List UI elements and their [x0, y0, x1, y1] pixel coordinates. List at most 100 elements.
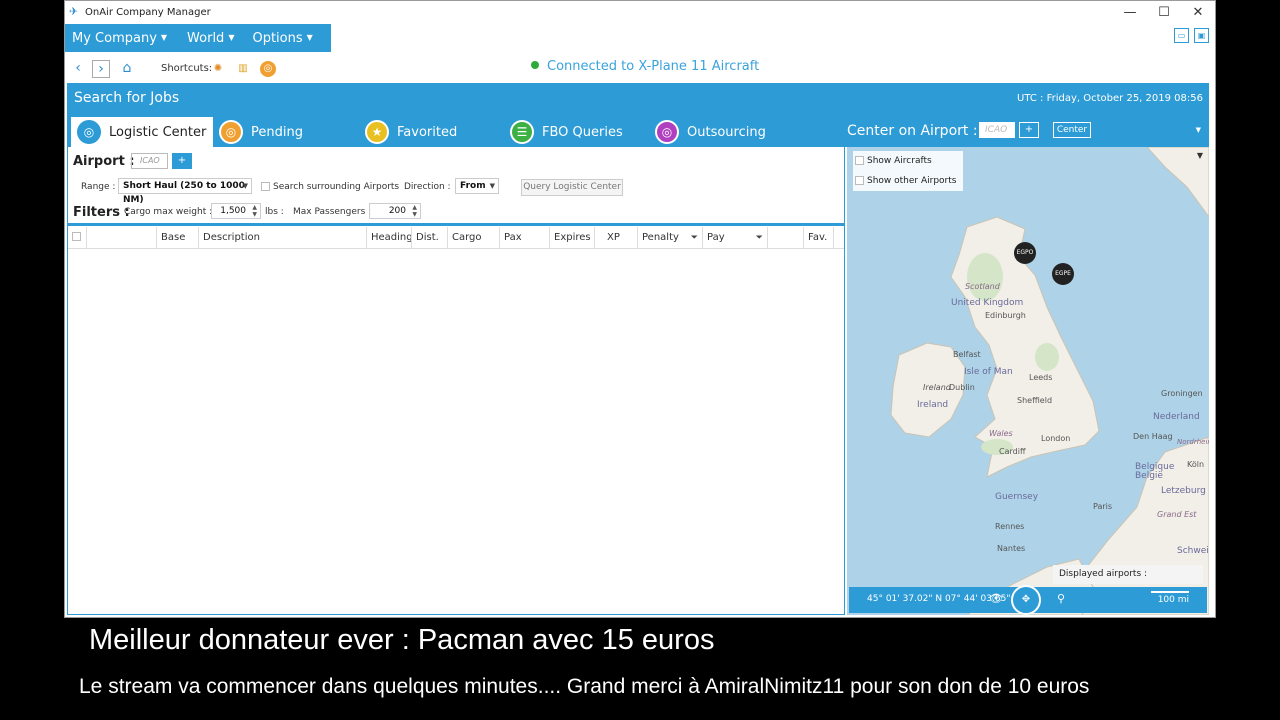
- airport-marker-egpe[interactable]: EGPE: [1052, 263, 1074, 285]
- forward-arrow-icon[interactable]: ›: [92, 60, 110, 78]
- shortcut-fbo-icon[interactable]: ✺: [210, 61, 226, 77]
- column-header-expires[interactable]: Expires: [549, 227, 594, 249]
- map-label: Edinburgh: [985, 311, 1026, 320]
- pending-icon: ◎: [219, 120, 243, 144]
- direction-label: Direction :: [404, 182, 451, 192]
- direction-value: From: [460, 181, 486, 191]
- column-header-heading[interactable]: Heading: [366, 227, 413, 249]
- eye-icon[interactable]: 👁: [989, 592, 1003, 605]
- surrounding-airports-label: Search surrounding Airports: [273, 182, 400, 192]
- tab-outsourcing[interactable]: ◎ Outsourcing: [655, 117, 766, 147]
- cargo-unit-label: lbs :: [265, 207, 284, 217]
- max-passengers-stepper[interactable]: 200 ▲ ▼: [369, 203, 421, 219]
- center-airport-input[interactable]: ICAO: [979, 122, 1015, 138]
- filter-icon[interactable]: ⏷: [691, 227, 698, 249]
- overlay-top-donor: Meilleur donnateur ever : Pacman avec 15…: [89, 624, 715, 656]
- map-scale: 100 mi: [1157, 595, 1189, 605]
- home-icon[interactable]: ⌂: [118, 60, 136, 78]
- show-aircrafts-checkbox[interactable]: [855, 156, 864, 165]
- logistic-center-panel: Airport : ICAO + Range : Short Haul (250…: [67, 147, 845, 615]
- plane-icon: ✈: [69, 5, 79, 18]
- filters-label: Filters :: [73, 205, 130, 220]
- stepper-arrows-icon[interactable]: ▲ ▼: [412, 204, 417, 218]
- star-icon: ★: [365, 120, 389, 144]
- tab-logistic-center[interactable]: ◎ Logistic Center: [71, 117, 213, 147]
- header-band: Search for Jobs UTC : Friday, October 25…: [67, 83, 1209, 117]
- stepper-arrows-icon[interactable]: ▲ ▼: [252, 204, 257, 218]
- show-other-airports-checkbox[interactable]: [855, 176, 864, 185]
- map-label: België: [1135, 471, 1163, 481]
- window-title: OnAir Company Manager: [85, 6, 211, 18]
- select-all-checkbox[interactable]: [72, 232, 81, 241]
- map-label: Groningen: [1161, 389, 1203, 398]
- map-label: Schwei: [1177, 546, 1209, 556]
- column-header-xp[interactable]: XP: [594, 227, 637, 249]
- column-header-base[interactable]: Base: [156, 227, 198, 249]
- window-layout-icon[interactable]: ▣: [1194, 28, 1209, 43]
- restore-layout-icon[interactable]: ▭: [1174, 28, 1189, 43]
- minimize-button[interactable]: —: [1113, 1, 1147, 23]
- shortcut-fleet-icon[interactable]: ▥: [235, 61, 251, 77]
- title-bar: ✈ OnAir Company Manager — ☐ ✕: [65, 1, 1215, 23]
- menu-options[interactable]: Options ▼: [245, 24, 319, 52]
- cargo-max-weight-stepper[interactable]: 1,500 ▲ ▼: [211, 203, 261, 219]
- menu-world[interactable]: World ▼: [180, 24, 241, 52]
- compass-pan-icon[interactable]: ✥: [1011, 585, 1041, 615]
- caret-down-icon: ▼: [306, 33, 313, 42]
- fbo-icon: ☰: [510, 120, 534, 144]
- map-status-bar: 45° 01' 37.02" N 07° 44' 03.65" W 👁 ✥ ⚲ …: [849, 585, 1207, 615]
- menu-my-company[interactable]: My Company ▼: [65, 24, 174, 52]
- direction-select[interactable]: From ▼: [455, 178, 499, 194]
- chevron-down-icon: ▼: [242, 182, 248, 190]
- show-aircrafts-toggle[interactable]: Show Aircrafts: [853, 151, 963, 171]
- map-label: London: [1041, 434, 1070, 443]
- tab-pending[interactable]: ◎ Pending: [219, 117, 303, 147]
- show-other-airports-toggle[interactable]: Show other Airports: [853, 171, 963, 191]
- close-button[interactable]: ✕: [1181, 1, 1215, 23]
- collapse-caret-icon[interactable]: ▼: [1196, 126, 1201, 134]
- map-layer-caret-icon[interactable]: ▼: [1197, 151, 1203, 160]
- tab-fbo-queries[interactable]: ☰ FBO Queries: [510, 117, 623, 147]
- column-header-cargo[interactable]: Cargo: [447, 227, 499, 249]
- column-header-fav[interactable]: Fav.: [803, 227, 833, 249]
- map-label: Scotland: [965, 282, 1001, 291]
- map-label: Nantes: [997, 544, 1025, 553]
- tab-favorited[interactable]: ★ Favorited: [365, 117, 457, 147]
- shortcut-jobs-icon[interactable]: ◎: [260, 61, 276, 77]
- max-passengers-label: Max Passengers :: [293, 207, 372, 217]
- query-logistic-center-button[interactable]: Query Logistic Center: [521, 179, 623, 196]
- column-header-dist[interactable]: Dist.: [411, 227, 447, 249]
- map-label: Paris: [1093, 502, 1112, 511]
- back-arrow-icon[interactable]: ‹: [69, 60, 87, 78]
- airport-icao-input[interactable]: ICAO: [131, 153, 168, 169]
- zoom-icon[interactable]: ⚲: [1057, 592, 1065, 605]
- map-label: Ireland: [917, 400, 948, 410]
- map-canvas[interactable]: Scotland United Kingdom Edinburgh Belfas…: [847, 147, 1209, 615]
- column-header-description[interactable]: Description: [198, 227, 366, 249]
- column-header-pax[interactable]: Pax: [499, 227, 549, 249]
- map-label: Guernsey: [995, 492, 1039, 502]
- column-header-blank-2[interactable]: [767, 227, 803, 249]
- menu-label: My Company: [72, 31, 157, 46]
- center-add-button[interactable]: +: [1019, 122, 1039, 138]
- map-panel[interactable]: Scotland United Kingdom Edinburgh Belfas…: [847, 147, 1209, 615]
- status-dot-icon: [531, 61, 539, 69]
- logistic-icon: ◎: [77, 120, 101, 144]
- tab-label: Outsourcing: [687, 124, 766, 140]
- range-label: Range :: [81, 182, 116, 192]
- map-label: Nederland: [1153, 412, 1200, 422]
- maximize-button[interactable]: ☐: [1147, 1, 1181, 23]
- center-button[interactable]: Center: [1053, 122, 1091, 138]
- show-aircrafts-label: Show Aircrafts: [867, 156, 932, 166]
- pay-label: Pay: [707, 232, 725, 243]
- airport-add-button[interactable]: +: [172, 153, 192, 169]
- column-header-blank[interactable]: [86, 227, 156, 249]
- airport-marker-egpo[interactable]: EGPO: [1014, 242, 1036, 264]
- filter-icon[interactable]: ⏷: [756, 227, 763, 249]
- column-header-penalty[interactable]: Penalty ⏷: [637, 227, 702, 249]
- caret-down-icon: ▼: [228, 33, 235, 42]
- surrounding-airports-checkbox[interactable]: [261, 182, 270, 191]
- range-select[interactable]: Short Haul (250 to 1000 NM) ▼: [118, 178, 252, 205]
- map-label: Köln: [1187, 460, 1204, 469]
- column-header-pay[interactable]: Pay ⏷: [702, 227, 767, 249]
